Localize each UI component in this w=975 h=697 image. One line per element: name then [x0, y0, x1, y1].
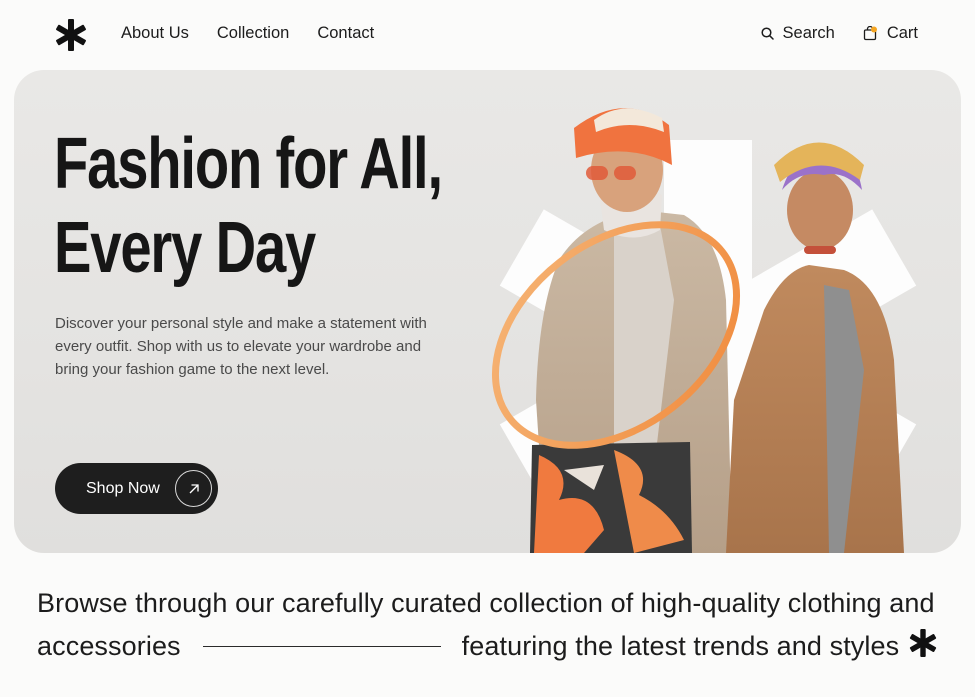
asterisk-icon[interactable] — [54, 18, 88, 52]
search-icon — [760, 27, 774, 40]
tagline-line-1: Browse through our carefully curated col… — [37, 582, 938, 625]
tagline: Browse through our carefully curated col… — [37, 582, 938, 668]
nav-link-contact[interactable]: Contact — [317, 24, 374, 43]
hero-banner: Fashion for All, Every Day Discover your… — [14, 70, 961, 553]
nav-links: About Us Collection Contact — [121, 24, 374, 43]
nav-actions: Search Cart — [760, 24, 918, 43]
cart-label: Cart — [886, 24, 918, 42]
hero-description: Discover your personal style and make a … — [55, 315, 427, 378]
divider-line — [202, 645, 441, 648]
hero-models-image — [491, 108, 917, 553]
hero-title-line-1: Fashion for All, — [54, 124, 443, 204]
hero-title-line-2: Every Day — [54, 208, 316, 288]
nav-link-about-us[interactable]: About Us — [121, 24, 189, 43]
shop-now-button[interactable]: Shop Now — [55, 463, 218, 514]
hero-title: Fashion for All, Every Day — [54, 122, 443, 290]
shop-now-label: Shop Now — [86, 479, 160, 497]
shopping-bag-icon — [863, 26, 877, 41]
tagline-text-2: accessories — [37, 631, 181, 661]
search-label: Search — [782, 24, 835, 42]
nav-link-collection[interactable]: Collection — [217, 24, 289, 43]
right-model — [726, 142, 904, 553]
arrow-up-right-icon — [175, 470, 212, 507]
tagline-text-3: featuring the latest trends and styles — [461, 631, 900, 661]
search-button[interactable]: Search — [760, 24, 835, 43]
tagline-text-1: Browse through our carefully curated col… — [37, 588, 935, 618]
asterisk-icon — [909, 629, 937, 657]
top-nav: About Us Collection Contact Search Cart — [0, 0, 975, 70]
tagline-line-2: accessories featuring the latest trends … — [37, 625, 938, 668]
cart-button[interactable]: Cart — [863, 24, 918, 43]
